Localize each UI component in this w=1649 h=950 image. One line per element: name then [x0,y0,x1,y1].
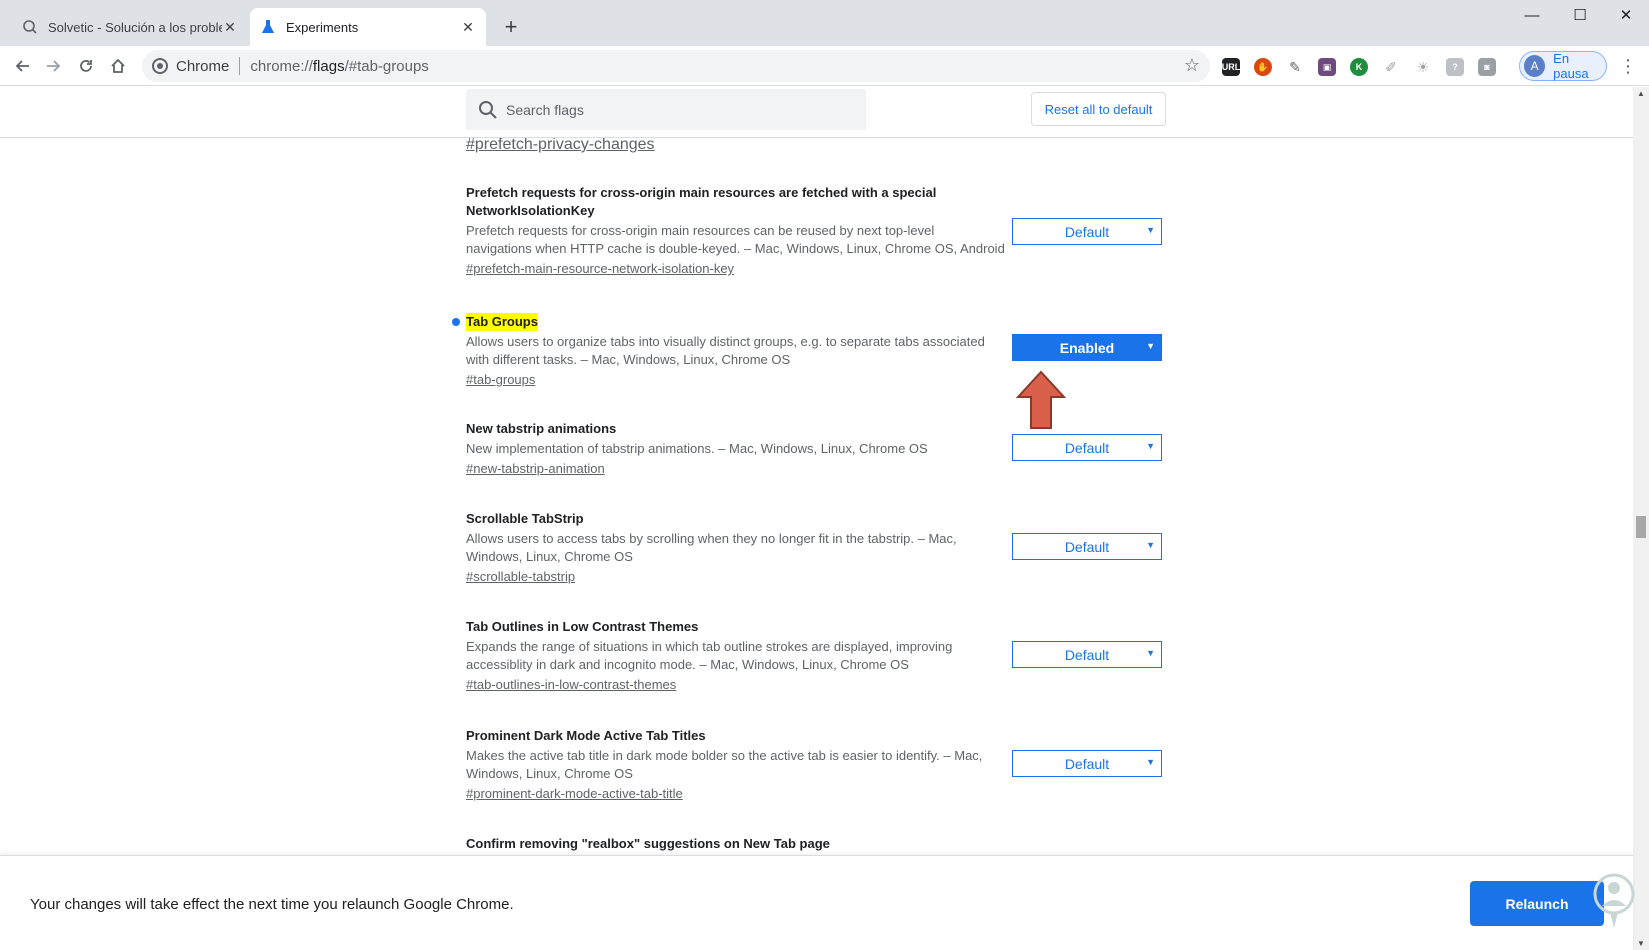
experiment-name: Scrollable TabStrip [466,511,584,526]
select-prominent-dark-mode[interactable]: Default ▼ [1012,750,1162,777]
close-tab-icon[interactable]: ✕ [222,19,238,35]
experiment-name: Confirm removing "realbox" suggestions o… [466,836,830,851]
caret-down-icon: ▼ [1146,648,1155,658]
caret-down-icon: ▼ [1146,441,1155,451]
scrollbar-thumb[interactable] [1636,516,1646,538]
home-icon [111,58,125,73]
page-scrollbar[interactable]: ▲ ▼ [1633,87,1649,950]
experiment-name: Prominent Dark Mode Active Tab Titles [466,728,706,743]
shield-extension-icon[interactable]: ? [1446,58,1464,76]
pen-extension-icon[interactable]: ✐ [1382,58,1400,76]
reload-button[interactable] [72,52,100,80]
reset-all-button[interactable]: Reset all to default [1031,92,1166,126]
relaunch-button[interactable]: Relaunch [1470,881,1604,926]
tab-strip: Solvetic - Solución a los problemas ✕ Ex… [0,0,1649,46]
experiment-tab-outlines: Tab Outlines in Low Contrast Themes Expa… [466,618,1006,694]
scroll-up-icon[interactable]: ▲ [1637,89,1645,98]
bookmark-star-icon[interactable]: ☆ [1184,55,1200,76]
experiment-new-tabstrip-animation: New tabstrip animations New implementati… [466,420,1006,478]
experiment-link[interactable]: #prominent-dark-mode-active-tab-title [466,785,683,803]
minimize-button[interactable]: — [1509,0,1555,30]
forward-arrow-icon [47,60,61,72]
experiment-description: Allows users to access tabs by scrolling… [466,531,957,564]
new-tab-button[interactable]: + [497,13,525,41]
profile-label: En pausa [1553,51,1589,81]
relaunch-footer: Your changes will take effect the next t… [0,855,1635,950]
caret-down-icon: ▼ [1146,225,1155,235]
caret-down-icon: ▼ [1146,341,1155,351]
address-bar[interactable]: Chrome chrome://flags/#tab-groups ☆ [142,50,1210,82]
avatar: A [1524,55,1546,77]
experiment-description: Prefetch requests for cross-origin main … [466,223,1005,256]
experiment-description: Makes the active tab title in dark mode … [466,748,983,781]
relaunch-message: Your changes will take effect the next t… [30,896,514,913]
k-extension-icon[interactable]: K [1350,58,1368,76]
tab-title: Experiments [286,19,359,35]
hand-extension-icon[interactable]: ✋ [1254,58,1272,76]
menu-dots-icon[interactable]: ⋮ [1618,56,1638,76]
watermark-logo-icon [1593,873,1635,928]
profile-button[interactable]: A En pausa [1519,51,1607,81]
browser-toolbar: Chrome chrome://flags/#tab-groups ☆ URL … [0,46,1649,86]
site-name: Chrome [176,57,230,75]
select-new-tabstrip-animation[interactable]: Default ▼ [1012,434,1162,461]
up-arrow-annotation-icon [1016,370,1066,429]
bulb-extension-icon[interactable]: ☀ [1414,58,1432,76]
stack-extension-icon[interactable]: ▣ [1318,58,1336,76]
select-scrollable-tabstrip[interactable]: Default ▼ [1012,533,1162,560]
flags-header: Search flags Reset all to default [0,87,1633,138]
experiment-link[interactable]: #prefetch-main-resource-network-isolatio… [466,260,734,278]
experiment-link[interactable]: #scrollable-tabstrip [466,568,575,586]
tab-title: Solvetic - Solución a los problemas [48,19,222,35]
tab-experiments[interactable]: Experiments ✕ [250,8,486,46]
modified-indicator [452,318,460,326]
back-arrow-icon [15,60,29,72]
flask-icon [260,19,276,35]
experiment-tab-groups: Tab Groups Allows users to organize tabs… [452,313,1006,389]
brush-extension-icon[interactable]: ✎ [1286,58,1304,76]
select-tab-outlines[interactable]: Default ▼ [1012,641,1162,668]
search-placeholder: Search flags [506,101,584,118]
close-window-button[interactable]: ✕ [1603,0,1649,30]
search-flags-input[interactable]: Search flags [466,89,866,130]
select-tab-groups[interactable]: Enabled ▼ [1012,334,1162,361]
experiment-name: Tab Outlines in Low Contrast Themes [466,619,699,634]
tab-solvetic[interactable]: Solvetic - Solución a los problemas ✕ [12,8,248,46]
back-button[interactable] [8,52,36,80]
experiment-link[interactable]: #tab-outlines-in-low-contrast-themes [466,676,676,694]
experiment-name: Prefetch requests for cross-origin main … [466,185,937,218]
experiment-link[interactable]: #new-tabstrip-animation [466,460,605,478]
scroll-down-icon[interactable]: ▼ [1637,939,1645,948]
experiment-name: New tabstrip animations [466,421,617,436]
forward-button[interactable] [40,52,68,80]
home-button[interactable] [104,52,132,80]
close-tab-icon[interactable]: ✕ [460,19,476,35]
caret-down-icon: ▼ [1146,757,1155,767]
chrome-site-icon [152,58,168,74]
camera-extension-icon[interactable]: ◙ [1478,58,1496,76]
experiment-description: Allows users to organize tabs into visua… [466,334,985,367]
address-separator [239,57,241,75]
prefetch-privacy-link[interactable]: #prefetch-privacy-changes [466,138,655,154]
select-prefetch-main-resource[interactable]: Default ▼ [1012,218,1162,245]
url-extension-icon[interactable]: URL [1222,58,1240,76]
experiment-confirm-realbox: Confirm removing "realbox" suggestions o… [466,835,1006,853]
reload-icon [80,60,92,72]
experiment-prominent-dark-mode: Prominent Dark Mode Active Tab Titles Ma… [466,727,1006,803]
caret-down-icon: ▼ [1146,540,1155,550]
url-text: chrome://flags/#tab-groups [250,57,429,75]
experiment-description: Expands the range of situations in which… [466,639,953,672]
experiment-link[interactable]: #tab-groups [466,371,535,389]
flags-list: #prefetch-privacy-changes Prefetch reque… [0,138,1633,855]
maximize-button[interactable]: ☐ [1557,0,1603,30]
solvetic-favicon-icon [22,19,38,35]
experiment-prefetch-main-resource: Prefetch requests for cross-origin main … [466,184,1006,278]
experiment-scrollable-tabstrip: Scrollable TabStrip Allows users to acce… [466,510,1006,586]
experiment-name: Tab Groups [466,313,538,331]
experiment-description: New implementation of tabstrip animation… [466,441,928,456]
search-icon [479,100,497,119]
